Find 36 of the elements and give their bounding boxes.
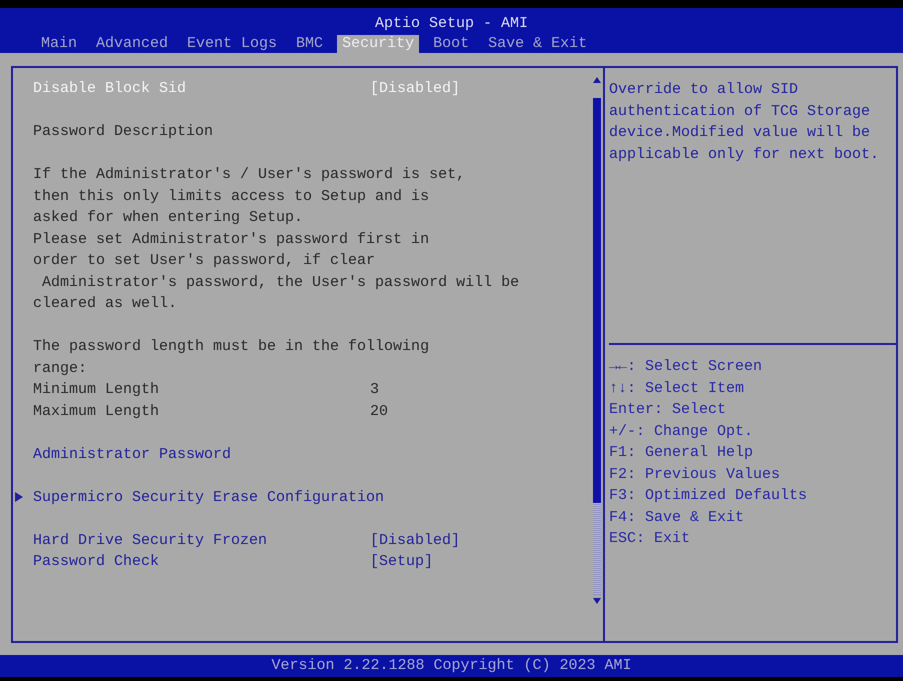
version-text: Version 2.22.1288 Copyright (C) 2023 AMI xyxy=(271,656,632,676)
info-label: Minimum Length xyxy=(33,380,160,400)
help-text: Override to allow SID authentication of TCG Storage device.Modified value will be applicable only for next boot. xyxy=(609,80,880,164)
tab[interactable]: Advanced xyxy=(91,35,174,53)
scroll-down-arrow-icon[interactable] xyxy=(593,598,601,604)
key-hint: +/-: Change Opt. xyxy=(609,422,754,442)
setting-value[interactable]: [Disabled] xyxy=(370,530,460,551)
key-hint: F2: Previous Values xyxy=(609,464,780,484)
info-value: 20 xyxy=(370,402,388,422)
tab[interactable]: Main xyxy=(36,35,82,53)
key-hint: →←: Select Screen xyxy=(609,357,762,377)
setting-value[interactable]: [Setup] xyxy=(370,551,434,572)
tab[interactable]: Save & Exit xyxy=(483,35,592,53)
submenu-item[interactable]: Supermicro Security Erase Configuration xyxy=(33,486,384,508)
setting-label[interactable]: Hard Drive Security Frozen xyxy=(33,530,268,551)
info-value: 3 xyxy=(370,380,380,400)
key-hint: ↑↓: Select Item xyxy=(609,378,744,398)
key-hint: F4: Save & Exit xyxy=(609,508,744,528)
setting-label[interactable]: Password Check xyxy=(33,551,160,572)
description-text: The password length must be in the following range: xyxy=(33,337,430,378)
info-label: Maximum Length xyxy=(33,402,160,422)
description-text: Please set Administrator's password first in order to set User's password, if clear Administrator's password, the User's password will be cleared as well. xyxy=(33,230,520,314)
key-hint: F1: General Help xyxy=(609,443,754,463)
tab[interactable]: Event Logs xyxy=(182,35,282,53)
scroll-up-arrow-icon[interactable] xyxy=(593,77,601,83)
menu-link[interactable]: Administrator Password xyxy=(33,444,232,465)
key-hint: Enter: Select xyxy=(609,400,726,420)
section-heading: Password Description xyxy=(33,122,214,142)
description-text: If the Administrator's / User's password is set, then this only limits access to Setup and is asked for when entering Setup. xyxy=(33,165,466,228)
tab[interactable]: Boot xyxy=(428,35,474,53)
key-hint: ESC: Exit xyxy=(609,529,690,549)
tab[interactable]: BMC xyxy=(291,35,328,53)
submenu-arrow-icon xyxy=(15,492,23,502)
window-title: Aptio Setup - AMI xyxy=(374,14,528,34)
key-hint: F3: Optimized Defaults xyxy=(609,486,808,506)
scrollbar-thumb[interactable] xyxy=(593,98,601,503)
